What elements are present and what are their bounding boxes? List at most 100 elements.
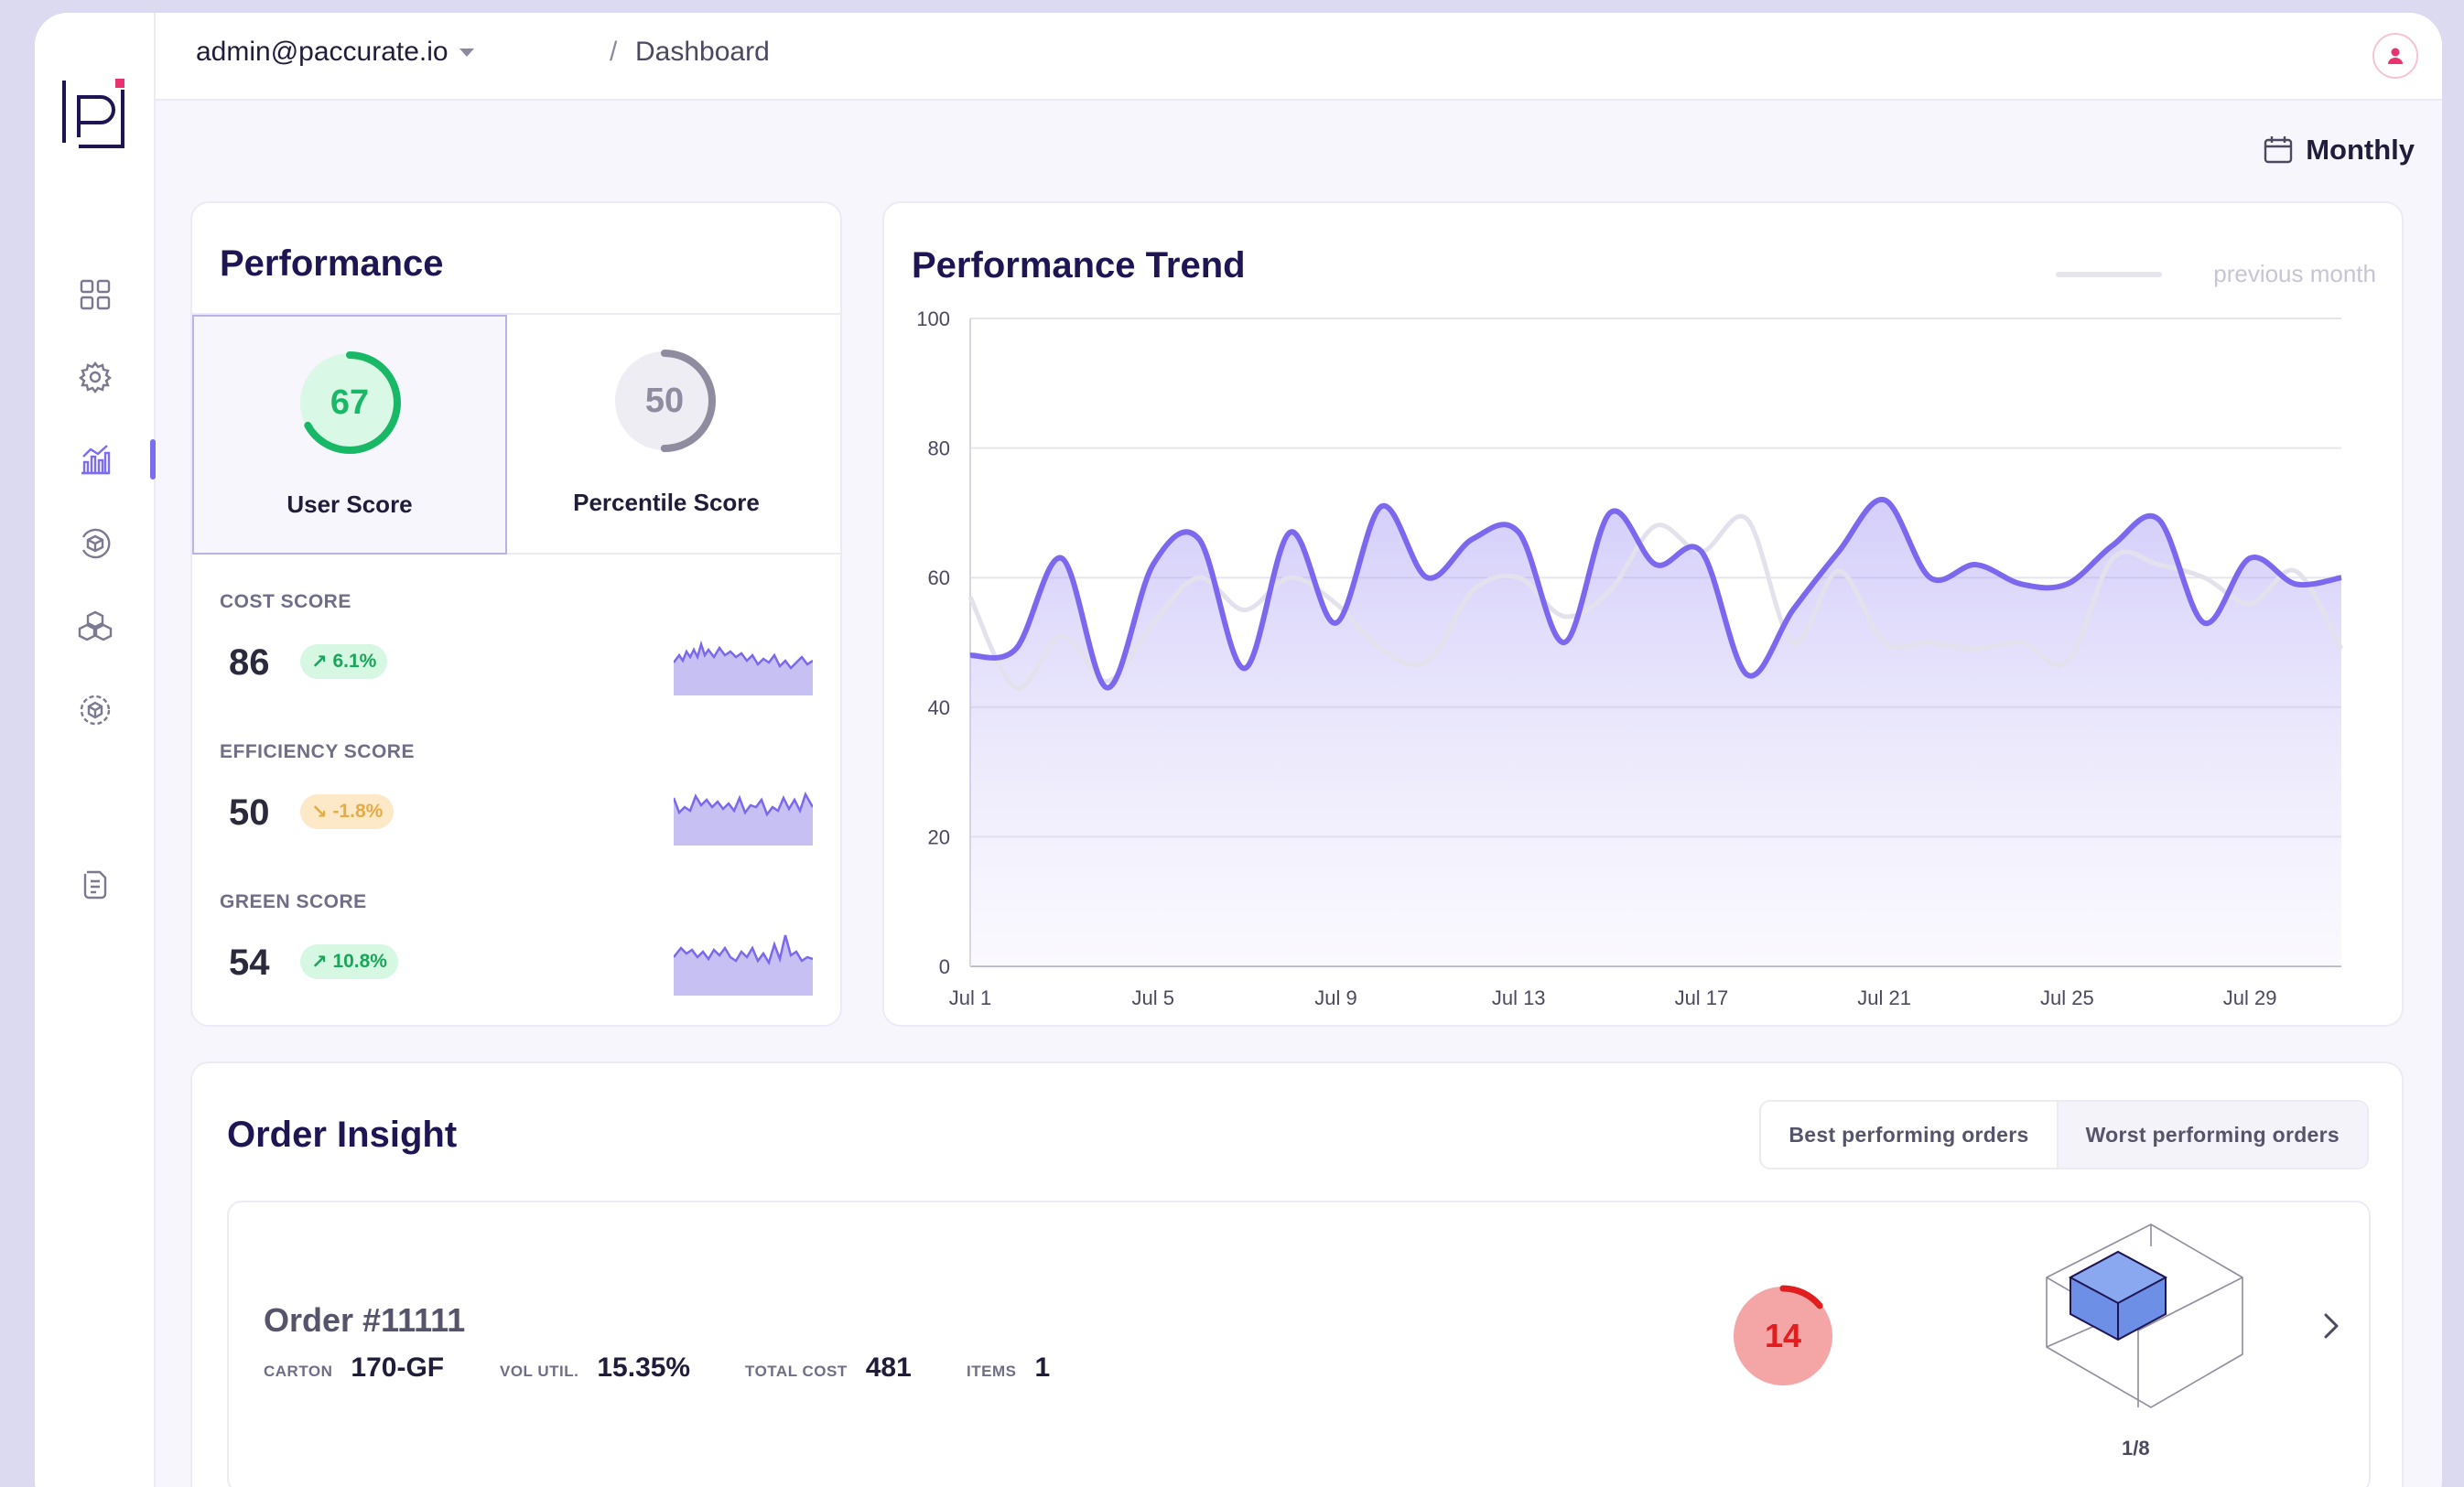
order-field-total-cost: TOTAL COST 481	[745, 1352, 912, 1384]
order-field-items: ITEMS 1	[967, 1352, 1050, 1384]
order-field-carton: CARTON 170-GF	[264, 1352, 444, 1384]
package-cycle-icon	[81, 528, 111, 559]
percentile-score-value: 50	[644, 381, 685, 420]
tab-best-performing-orders[interactable]: Best performing orders	[1761, 1102, 2059, 1168]
boxes-stack-icon	[78, 610, 113, 641]
green-score-value: 54	[229, 943, 270, 983]
green-score-sparkline	[674, 934, 813, 996]
score-row: 67 User Score 50 Percentile Score	[192, 313, 840, 555]
order-field-vol-util: VOL UTIL. 15.35%	[500, 1352, 690, 1384]
chevron-right-icon	[2324, 1313, 2339, 1339]
efficiency-score-change-badge: ↘ -1.8%	[300, 794, 394, 829]
series-area-current	[970, 499, 2341, 966]
x-tick-label: Jul 5	[1131, 986, 1173, 1009]
sidebar	[35, 13, 156, 1487]
performance-trend-chart: 0 20 40 60 80 100 Jul 1 Jul 5 Jul 9 Jul 13 Jul 17 J…	[916, 307, 2344, 1009]
period-label: Monthly	[2306, 134, 2415, 166]
tab-worst-performing-orders[interactable]: Worst performing orders	[2058, 1102, 2367, 1168]
order-insight-card: Order Insight Best performing orders Wor…	[190, 1061, 2404, 1487]
nav-package-settings[interactable]	[70, 684, 121, 736]
x-tick-label: Jul 17	[1675, 986, 1729, 1009]
gear-icon	[79, 361, 112, 393]
nav-documents[interactable]	[70, 858, 121, 910]
chevron-down-icon	[459, 48, 474, 57]
arrow-up-right-icon: ↗	[311, 951, 333, 973]
x-tick-label: Jul 25	[2040, 986, 2094, 1009]
user-score-value: 67	[330, 383, 370, 422]
efficiency-score-sparkline	[674, 791, 813, 846]
vol-util-key: VOL UTIL.	[500, 1363, 579, 1380]
x-tick-label: Jul 29	[2223, 986, 2277, 1009]
y-tick-label: 80	[928, 437, 950, 460]
packing-3d-preview	[2046, 1223, 2243, 1408]
nav-analytics[interactable]	[70, 434, 121, 485]
order-pager: 1/8	[2122, 1437, 2150, 1460]
period-selector[interactable]: Monthly	[2262, 134, 2415, 167]
performance-card: Performance 67 User Score 50 Percentile …	[190, 201, 842, 1027]
paccurate-logo[interactable]	[59, 77, 128, 148]
dashboard-grid-icon	[80, 279, 111, 310]
y-tick-label: 60	[928, 566, 950, 589]
order-number: Order #11111	[264, 1301, 466, 1339]
nav-packing[interactable]	[70, 518, 121, 569]
percentile-score-label: Percentile Score	[573, 489, 760, 516]
cost-score-label: COST SCORE	[220, 591, 351, 612]
order-filter-tabs: Best performing orders Worst performing …	[1759, 1100, 2369, 1169]
order-insight-title: Order Insight	[227, 1115, 458, 1155]
top-bar: admin@paccurate.io / Dashboard	[156, 13, 2442, 101]
nav-settings[interactable]	[70, 351, 121, 403]
x-tick-label: Jul 1	[949, 986, 991, 1009]
account-email: admin@paccurate.io	[196, 37, 448, 67]
total-cost-key: TOTAL COST	[745, 1363, 848, 1380]
breadcrumb-separator: /	[610, 37, 618, 67]
chart-legend: previous month	[2056, 260, 2376, 288]
items-key: ITEMS	[967, 1363, 1017, 1380]
order-card[interactable]: Order #11111 CARTON 170-GF VOL UTIL. 15.…	[227, 1201, 2371, 1487]
cost-score-sparkline	[674, 640, 813, 695]
performance-title: Performance	[220, 243, 444, 284]
y-tick-label: 100	[916, 307, 950, 330]
x-tick-label: Jul 13	[1492, 986, 1546, 1009]
y-tick-label: 20	[928, 825, 950, 848]
next-order-button[interactable]	[2308, 1303, 2354, 1349]
order-score-value: 14	[1764, 1317, 1802, 1354]
nav-dashboard[interactable]	[70, 269, 121, 320]
carton-value: 170-GF	[351, 1352, 445, 1383]
total-cost-value: 481	[865, 1352, 912, 1383]
x-tick-label: Jul 9	[1314, 986, 1356, 1009]
cost-score-change-badge: ↗ 6.1%	[300, 644, 388, 679]
account-selector[interactable]: admin@paccurate.io	[196, 37, 474, 68]
app-window: admin@paccurate.io / Dashboard Monthly P…	[35, 13, 2442, 1487]
nav-boxes[interactable]	[70, 600, 121, 652]
efficiency-score-change: -1.8%	[332, 801, 384, 822]
items-value: 1	[1034, 1352, 1051, 1383]
y-tick-label: 40	[928, 696, 950, 719]
performance-trend-card: 0 20 40 60 80 100 Jul 1 Jul 5 Jul 9 Jul 13 Jul 17 J…	[882, 201, 2404, 1027]
user-score-tile[interactable]: 67 User Score	[192, 315, 507, 555]
nav-active-indicator	[150, 439, 156, 480]
arrow-up-right-icon: ↗	[311, 651, 333, 673]
efficiency-score-value: 50	[229, 792, 270, 833]
percentile-score-tile[interactable]: 50 Percentile Score	[509, 315, 824, 555]
legend-previous-month-swatch	[2056, 271, 2163, 277]
green-score-change-badge: ↗ 10.8%	[300, 944, 398, 979]
user-avatar-button[interactable]	[2372, 33, 2418, 79]
cost-score-value: 86	[229, 642, 270, 683]
user-icon	[2388, 48, 2403, 64]
x-tick-label: Jul 21	[1857, 986, 1911, 1009]
package-settings-icon	[80, 695, 111, 726]
y-tick-label: 0	[939, 955, 950, 978]
documents-icon	[83, 870, 107, 900]
efficiency-score-label: EFFICIENCY SCORE	[220, 741, 415, 762]
breadcrumb-current-page: Dashboard	[635, 37, 770, 67]
arrow-down-right-icon: ↘	[311, 801, 333, 823]
user-score-label: User Score	[286, 490, 413, 518]
green-score-change: 10.8%	[332, 951, 387, 972]
performance-trend-title: Performance Trend	[912, 245, 1246, 286]
analytics-chart-icon	[81, 445, 111, 475]
vol-util-value: 15.35%	[597, 1352, 691, 1383]
carton-key: CARTON	[264, 1363, 333, 1380]
legend-previous-month-label: previous month	[2213, 260, 2376, 287]
calendar-icon	[2264, 136, 2293, 164]
green-score-label: GREEN SCORE	[220, 891, 367, 912]
